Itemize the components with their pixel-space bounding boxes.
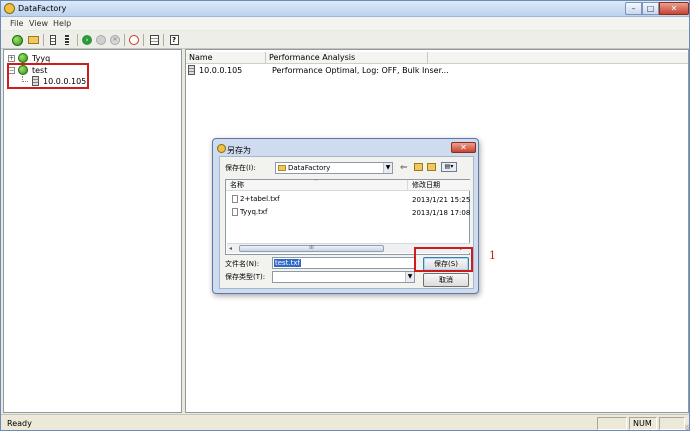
status-cell-empty xyxy=(597,417,627,430)
column-header-empty xyxy=(428,52,688,64)
up-folder-icon[interactable] xyxy=(414,163,423,171)
folder-icon xyxy=(278,165,286,171)
go-icon[interactable]: › xyxy=(80,33,94,47)
file-icon xyxy=(232,195,238,203)
expand-icon[interactable]: + xyxy=(8,55,15,62)
file-name: Tyyq.txf xyxy=(240,208,268,216)
file-column-date[interactable]: 修改日期 xyxy=(408,180,470,191)
file-icon xyxy=(232,208,238,216)
filename-value: test.txf xyxy=(274,259,302,267)
save-in-value: DataFactory xyxy=(288,164,331,172)
view-menu-icon[interactable]: ▤▾ xyxy=(441,162,457,172)
maximize-button[interactable]: □ xyxy=(642,2,659,15)
scroll-thumb[interactable]: III xyxy=(239,245,384,252)
menu-help[interactable]: Help xyxy=(53,19,71,28)
file-date: 2013/1/21 15:25 xyxy=(412,196,471,204)
sort-indicator-icon: ^ xyxy=(314,179,319,185)
save-in-label: 保存在(I): xyxy=(225,164,256,172)
title-bar: DataFactory – □ ✕ xyxy=(1,1,689,17)
resize-grip[interactable] xyxy=(685,425,689,430)
app-icon xyxy=(4,3,15,14)
status-cell-empty xyxy=(659,417,685,430)
dialog-icon xyxy=(217,144,226,153)
pause-icon[interactable] xyxy=(94,33,108,47)
cancel-button[interactable]: 取消 xyxy=(423,273,469,287)
highlight-box-tree xyxy=(7,63,89,89)
close-button[interactable]: ✕ xyxy=(659,2,689,15)
columns-icon[interactable] xyxy=(60,33,74,47)
toolbar: › ✕ ? xyxy=(1,31,689,49)
dropdown-arrow-icon[interactable]: ▼ xyxy=(383,163,392,173)
filename-label: 文件名(N): xyxy=(225,260,260,268)
server-icon xyxy=(188,65,195,75)
menu-bar: File View Help xyxy=(1,17,689,30)
file-list-box[interactable]: 名称 修改日期 ^ 2+tabel.txf 2013/1/21 15:25 Ty… xyxy=(225,179,470,255)
file-row[interactable]: 2+tabel.txf xyxy=(232,195,280,203)
file-date: 2013/1/18 17:08 xyxy=(412,209,471,217)
menu-view[interactable]: View xyxy=(29,19,48,28)
globe-icon xyxy=(18,53,28,63)
list-cell-analysis: Performance Optimal, Log: OFF, Bulk Inse… xyxy=(272,66,449,75)
filetype-select[interactable]: ▼ xyxy=(272,271,415,283)
document-icon[interactable] xyxy=(147,33,161,47)
list-cell-name: 10.0.0.105 xyxy=(199,66,243,75)
timer-icon[interactable] xyxy=(127,33,141,47)
menu-file[interactable]: File xyxy=(10,19,23,28)
open-folder-icon[interactable] xyxy=(26,33,40,47)
window-title: DataFactory xyxy=(18,4,67,13)
tree-label: Tyyq xyxy=(32,54,51,63)
annotation-marker: 1 xyxy=(489,249,496,262)
dialog-close-button[interactable]: ✕ xyxy=(451,142,476,153)
filename-input[interactable]: test.txf xyxy=(272,257,415,269)
status-text: Ready xyxy=(7,419,32,428)
minimize-button[interactable]: – xyxy=(625,2,642,15)
filetype-label: 保存类型(T): xyxy=(225,273,266,281)
file-list[interactable]: 名称 修改日期 ^ 2+tabel.txf 2013/1/21 15:25 Ty… xyxy=(225,179,490,255)
back-icon[interactable]: ⇐ xyxy=(400,163,408,173)
column-header-name[interactable]: Name xyxy=(186,52,266,64)
new-folder-icon[interactable] xyxy=(427,163,436,171)
app-window: DataFactory – □ ✕ File View Help › ✕ ? + xyxy=(0,0,690,431)
connect-icon[interactable] xyxy=(10,33,24,47)
properties-icon[interactable] xyxy=(46,33,60,47)
dropdown-arrow-icon[interactable]: ▼ xyxy=(405,272,414,282)
help-icon[interactable]: ? xyxy=(167,33,181,47)
stop-icon[interactable]: ✕ xyxy=(108,33,122,47)
scroll-left-icon[interactable]: ◂ xyxy=(229,245,232,252)
connection-tree[interactable]: + Tyyq − test 10.0.0.105 xyxy=(3,49,182,413)
file-row[interactable]: Tyyq.txf xyxy=(232,208,268,216)
status-num: NUM xyxy=(629,417,657,430)
file-name: 2+tabel.txf xyxy=(240,195,280,203)
save-in-select[interactable]: DataFactory ▼ xyxy=(275,162,393,174)
column-header-analysis[interactable]: Performance Analysis xyxy=(266,52,428,64)
highlight-box-save xyxy=(414,247,473,272)
status-bar: Ready NUM xyxy=(1,414,689,430)
dialog-title: 另存为 xyxy=(227,146,251,155)
